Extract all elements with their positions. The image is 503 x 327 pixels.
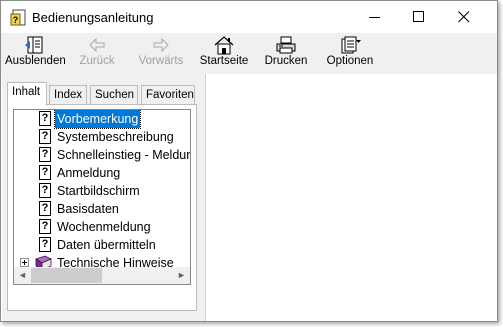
help-page-icon: ? (39, 165, 51, 180)
maximize-icon (413, 11, 424, 22)
minimize-icon (369, 17, 380, 18)
close-button[interactable] (442, 1, 486, 33)
expand-plus-icon[interactable] (20, 258, 29, 267)
tab-favorites[interactable]: Favoriten (141, 85, 195, 104)
scroll-thumb[interactable] (31, 268, 102, 283)
printer-icon (276, 36, 296, 54)
tab-contents-label: Inhalt (12, 86, 41, 98)
help-window: ? Bedienungsanleitung Ausblenden Zurück … (0, 0, 498, 322)
home-button[interactable]: Startseite (199, 33, 249, 74)
tab-search[interactable]: Suchen (90, 85, 138, 104)
tab-favorites-label: Favoriten (146, 89, 194, 101)
tree-item-label: Anmeldung (57, 166, 121, 180)
options-label: Optionen (326, 55, 374, 67)
tree-item-label: Schnelleinstieg - Meldung (57, 148, 191, 162)
help-file-icon: ? (10, 9, 26, 26)
tree-item-label: Wochenmeldung (57, 220, 151, 234)
tree-item-label: Systembeschreibung (57, 130, 174, 144)
svg-text:?: ? (13, 15, 19, 25)
hide-label: Ausblenden (5, 55, 66, 67)
tree-item-label: Vorbemerkung (53, 110, 142, 129)
help-page-icon: ? (39, 129, 51, 144)
scroll-right-icon[interactable]: ► (173, 267, 190, 284)
arrow-left-icon (89, 37, 105, 53)
help-page-icon: ? (39, 147, 51, 162)
maximize-button[interactable] (397, 1, 441, 33)
help-page-icon: ? (39, 111, 51, 126)
back-label: Zurück (79, 55, 115, 67)
tree-item-label: Startbildschirm (57, 184, 140, 198)
help-page-icon: ? (39, 183, 51, 198)
toolbar: Ausblenden Zurück Vorwärts Startseite Dr… (1, 33, 497, 74)
print-label: Drucken (264, 55, 308, 67)
tab-contents[interactable]: Inhalt (7, 82, 47, 106)
tab-search-label: Suchen (95, 89, 135, 101)
help-page-icon: ? (39, 219, 51, 234)
close-icon (458, 11, 470, 23)
tree-item-label: Basisdaten (57, 202, 119, 216)
scroll-left-icon[interactable]: ◄ (14, 267, 31, 284)
hide-button[interactable]: Ausblenden (5, 33, 66, 74)
back-button[interactable]: Zurück (73, 33, 121, 74)
arrow-right-icon (153, 37, 169, 53)
forward-button[interactable]: Vorwärts (135, 33, 187, 74)
options-icon (341, 36, 361, 54)
contents-tree[interactable]: ? Vorbemerkung ? Systembeschreibung ? Sc… (13, 109, 191, 285)
minimize-button[interactable] (353, 1, 397, 33)
home-icon (214, 36, 234, 55)
horizontal-scrollbar[interactable]: ◄ ► (14, 267, 190, 284)
help-page-icon: ? (39, 237, 51, 252)
tab-index[interactable]: Index (49, 85, 87, 104)
help-page-icon: ? (39, 201, 51, 216)
window-title: Bedienungsanleitung (32, 10, 154, 25)
topic-pane[interactable] (206, 74, 496, 321)
title-bar[interactable]: ? Bedienungsanleitung (1, 1, 497, 33)
hide-navigation-icon (25, 36, 43, 54)
tree-item-label: Daten übermitteln (57, 238, 156, 252)
print-button[interactable]: Drucken (263, 33, 309, 74)
home-label: Startseite (199, 55, 249, 67)
forward-label: Vorwärts (138, 55, 184, 67)
tab-index-label: Index (54, 89, 83, 101)
options-button[interactable]: Optionen (325, 33, 375, 74)
